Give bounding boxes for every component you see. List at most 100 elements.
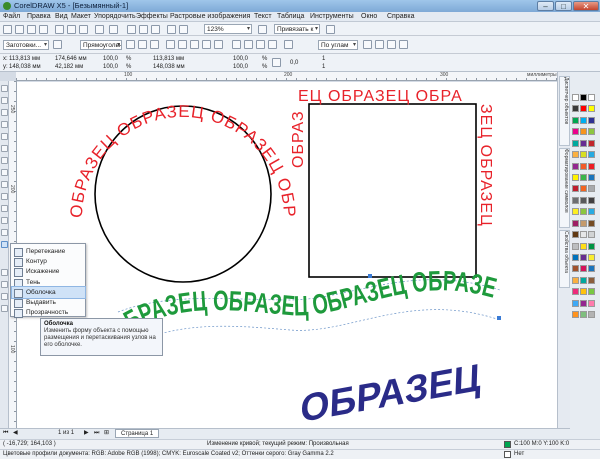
palette-swatch[interactable] bbox=[580, 162, 587, 170]
palette-swatch[interactable] bbox=[572, 208, 579, 216]
polygon-tool-icon[interactable] bbox=[1, 181, 8, 188]
add-node-icon[interactable] bbox=[138, 40, 147, 49]
shape-tool-icon[interactable] bbox=[1, 97, 8, 104]
palette-swatch[interactable] bbox=[588, 276, 595, 284]
palette-swatch[interactable] bbox=[580, 242, 587, 250]
scale-x-field[interactable]: 100,0 bbox=[103, 56, 118, 63]
palette-swatch[interactable] bbox=[588, 254, 595, 261]
menu-arrange[interactable]: Упорядочить bbox=[94, 13, 136, 20]
redo-icon[interactable] bbox=[109, 25, 118, 34]
palette-swatch[interactable] bbox=[572, 254, 579, 261]
menu-edit[interactable]: Правка bbox=[27, 13, 51, 20]
import-icon[interactable] bbox=[139, 25, 148, 34]
presets-dropdown[interactable]: Заготовки... bbox=[3, 40, 49, 50]
palette-swatch[interactable] bbox=[580, 139, 587, 147]
paste-icon[interactable] bbox=[79, 25, 88, 34]
fill-tool-icon[interactable] bbox=[1, 305, 8, 312]
palette-swatch[interactable] bbox=[580, 219, 587, 227]
menu-window[interactable]: Окно bbox=[361, 13, 377, 20]
zoom-tool-icon[interactable] bbox=[1, 121, 8, 128]
smart-fill-tool-icon[interactable] bbox=[1, 145, 8, 152]
print-icon[interactable] bbox=[39, 25, 48, 34]
dimension-tool-icon[interactable] bbox=[1, 229, 8, 236]
save-icon[interactable] bbox=[27, 25, 36, 34]
open-icon[interactable] bbox=[15, 25, 24, 34]
palette-swatch[interactable] bbox=[588, 94, 595, 101]
palette-swatch[interactable] bbox=[588, 208, 595, 216]
color-profiles-info[interactable]: Цветовые профили документа: RGB: Adobe R… bbox=[3, 450, 334, 459]
lock-ratio-icon[interactable] bbox=[272, 58, 281, 67]
smooth-node-icon[interactable] bbox=[202, 40, 211, 49]
palette-swatch[interactable] bbox=[588, 151, 595, 159]
palette-swatch[interactable] bbox=[588, 128, 595, 136]
crop-tool-icon[interactable] bbox=[1, 109, 8, 116]
x2-field[interactable]: 113,813 мм bbox=[153, 56, 184, 63]
menu-layout[interactable]: Макет bbox=[71, 13, 91, 20]
outline-tool-icon[interactable] bbox=[1, 293, 8, 300]
nudge-y-field[interactable]: 1 bbox=[322, 64, 325, 71]
snap-to-dropdown[interactable]: Привязать к bbox=[274, 24, 320, 34]
italic-text[interactable]: ОБРАЗЕЦ bbox=[300, 356, 482, 428]
add-page-button[interactable]: ⊞ bbox=[104, 429, 109, 438]
palette-swatch[interactable] bbox=[580, 151, 587, 159]
palette-swatch[interactable] bbox=[572, 219, 579, 227]
square-text-right[interactable]: ЗЕЦ ОБРАЗЕЦ bbox=[477, 104, 494, 227]
palette-swatch[interactable] bbox=[572, 265, 579, 273]
fill-color-swatch[interactable] bbox=[504, 441, 511, 448]
palette-swatch[interactable] bbox=[580, 105, 587, 113]
menu-view[interactable]: Вид bbox=[55, 13, 68, 20]
square-text-top[interactable]: ЕЦ ОБРАЗЕЦ ОБРА bbox=[298, 88, 463, 105]
palette-swatch[interactable] bbox=[572, 151, 579, 159]
zoom-dropdown[interactable]: 123% bbox=[204, 24, 252, 34]
page-tab[interactable]: Страница 1 bbox=[115, 429, 160, 438]
palette-swatch[interactable] bbox=[572, 288, 579, 296]
palette-swatch[interactable] bbox=[588, 196, 595, 204]
flyout-item[interactable]: Прозрачность bbox=[12, 307, 85, 319]
palette-swatch[interactable] bbox=[580, 208, 587, 216]
palette-swatch[interactable] bbox=[572, 94, 579, 101]
unconstrained-envelope-icon[interactable] bbox=[268, 40, 277, 49]
close-button[interactable]: ✕ bbox=[573, 1, 599, 11]
line-mode-icon[interactable] bbox=[166, 40, 175, 49]
palette-swatch[interactable] bbox=[588, 265, 595, 273]
palette-swatch[interactable] bbox=[588, 311, 595, 319]
prev-page-button[interactable]: ◀ bbox=[13, 429, 18, 438]
last-page-button[interactable]: ⏭ bbox=[94, 429, 99, 438]
freehand-tool-icon[interactable] bbox=[1, 133, 8, 140]
coreldraw-app-icon[interactable] bbox=[3, 2, 11, 10]
menu-tools[interactable]: Инструменты bbox=[310, 13, 354, 20]
cut-icon[interactable] bbox=[55, 25, 64, 34]
palette-swatch[interactable] bbox=[572, 276, 579, 284]
straight-line-envelope-icon[interactable] bbox=[232, 40, 241, 49]
palette-swatch[interactable] bbox=[572, 139, 579, 147]
options-icon[interactable] bbox=[326, 25, 335, 34]
transparency-tool-icon[interactable] bbox=[1, 269, 8, 276]
palette-swatch[interactable] bbox=[572, 231, 579, 239]
outline-none-swatch[interactable] bbox=[504, 451, 511, 458]
menu-help[interactable]: Справка bbox=[387, 13, 414, 20]
next-page-button[interactable]: ▶ bbox=[84, 429, 89, 438]
palette-swatch[interactable] bbox=[572, 174, 579, 181]
mapping-mode-dropdown[interactable]: По углам bbox=[318, 40, 358, 50]
palette-swatch[interactable] bbox=[572, 162, 579, 170]
palette-swatch[interactable] bbox=[588, 185, 595, 193]
palette-swatch[interactable] bbox=[572, 196, 579, 204]
palette-swatch[interactable] bbox=[572, 242, 579, 250]
circle-text[interactable]: ОБРАЗЕЦ ОБРАЗЕЦ ОБРАЗЕЦ ОБРАЗЕЦ bbox=[17, 82, 299, 218]
curve-mode-icon[interactable] bbox=[178, 40, 187, 49]
palette-swatch[interactable] bbox=[580, 116, 587, 124]
add-new-envelope-icon[interactable] bbox=[284, 40, 293, 49]
nudge-x-field[interactable]: 1 bbox=[322, 56, 325, 63]
basic-shapes-tool-icon[interactable] bbox=[1, 193, 8, 200]
palette-swatch[interactable] bbox=[588, 231, 595, 239]
docker-tab-object-manager[interactable]: Диспетчер объектов bbox=[559, 76, 570, 146]
single-arc-envelope-icon[interactable] bbox=[244, 40, 253, 49]
palette-swatch[interactable] bbox=[588, 242, 595, 250]
x-position-field[interactable]: 113,813 мм bbox=[9, 56, 40, 63]
palette-swatch[interactable] bbox=[572, 311, 579, 319]
palette-swatch[interactable] bbox=[580, 299, 587, 307]
palette-swatch[interactable] bbox=[588, 299, 595, 307]
export-icon[interactable] bbox=[151, 25, 160, 34]
horizontal-ruler[interactable]: 100 200 300 миллиметры bbox=[16, 72, 583, 81]
menu-bitmaps[interactable]: Растровые изображения bbox=[170, 13, 250, 20]
